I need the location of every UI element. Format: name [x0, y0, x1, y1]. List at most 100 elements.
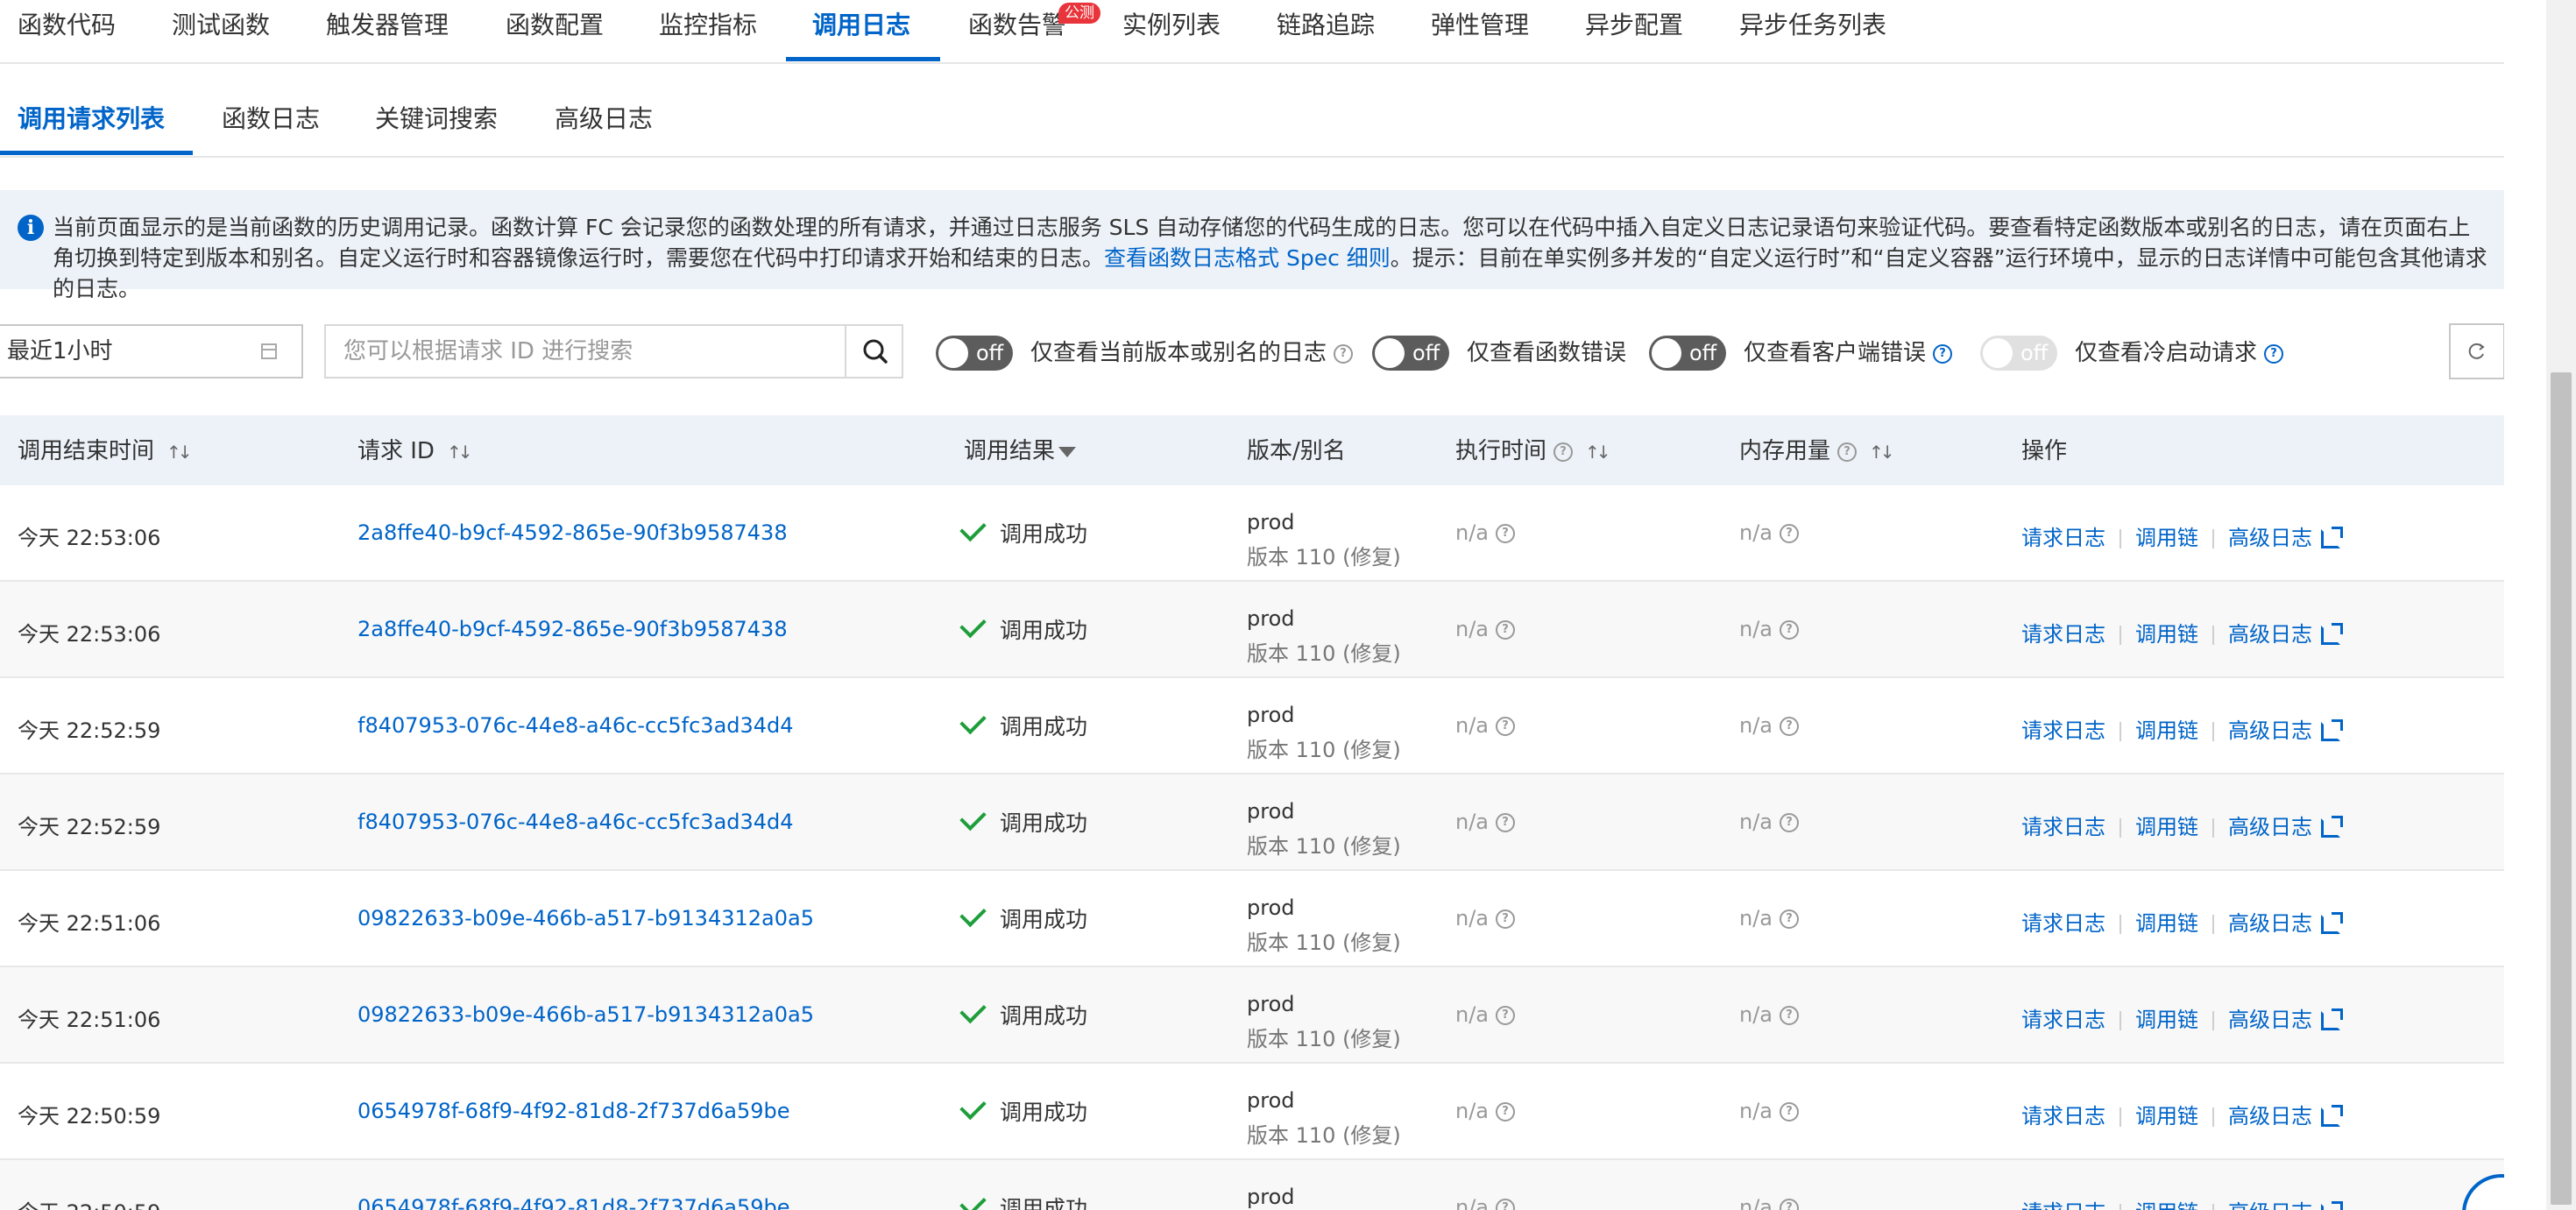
cell-request-id-link[interactable]: 09822633-b09e-466b-a517-b9134312a0a5	[357, 1002, 814, 1027]
trace-link[interactable]: 调用链	[2135, 911, 2198, 936]
advanced-log-link[interactable]: 高级日志	[2228, 622, 2312, 647]
tab-function-config[interactable]: 函数配置	[506, 0, 604, 53]
trace-link[interactable]: 调用链	[2135, 1104, 2198, 1129]
external-link-icon[interactable]	[2321, 1105, 2343, 1127]
trace-link[interactable]: 调用链	[2135, 622, 2198, 647]
external-link-icon[interactable]	[2321, 912, 2343, 934]
tab-test-function[interactable]: 测试函数	[172, 0, 270, 53]
help-icon[interactable]: ?	[1496, 813, 1516, 832]
external-link-icon[interactable]	[2321, 1201, 2343, 1210]
help-icon[interactable]: ?	[1780, 909, 1800, 929]
tab-instance-list[interactable]: 实例列表	[1122, 0, 1221, 53]
scrollbar-thumb[interactable]	[2551, 372, 2572, 1205]
help-icon[interactable]: ?	[1780, 1102, 1800, 1122]
help-icon[interactable]: ?	[1933, 343, 1953, 364]
cell-request-id-link[interactable]: f8407953-076c-44e8-a46c-cc5fc3ad34d4	[357, 713, 794, 738]
header-request-id[interactable]: 请求 ID ↑↓	[357, 415, 472, 488]
toggle-version-alias-only[interactable]: off	[936, 336, 1013, 371]
cell-request-id-link[interactable]: 2a8ffe40-b9cf-4592-865e-90f3b9587438	[357, 617, 788, 641]
tab-monitoring-metrics[interactable]: 监控指标	[659, 0, 757, 53]
request-id-search-input[interactable]	[324, 324, 846, 379]
refresh-button[interactable]	[2449, 323, 2504, 379]
trace-link[interactable]: 调用链	[2135, 1200, 2198, 1210]
help-icon[interactable]: ?	[1553, 442, 1574, 462]
trace-link[interactable]: 调用链	[2135, 1008, 2198, 1032]
tab-elastic-management[interactable]: 弹性管理	[1431, 0, 1529, 53]
subtab-keyword-search[interactable]: 关键词搜索	[375, 91, 498, 151]
filter-icon[interactable]	[1058, 446, 1077, 457]
request-log-link[interactable]: 请求日志	[2021, 718, 2105, 743]
header-result[interactable]: 调用结果	[964, 415, 1077, 487]
request-log-link[interactable]: 请求日志	[2021, 1104, 2105, 1129]
search-button[interactable]	[845, 324, 903, 379]
external-link-icon[interactable]	[2321, 623, 2343, 645]
help-icon[interactable]: ?	[1496, 717, 1516, 736]
help-icon[interactable]: ?	[1780, 717, 1800, 736]
header-exec-time[interactable]: 执行时间? ↑↓	[1455, 415, 1610, 488]
advanced-log-link[interactable]: 高级日志	[2228, 911, 2312, 936]
subtab-request-list[interactable]: 调用请求列表	[18, 91, 165, 151]
tab-tracing[interactable]: 链路追踪	[1277, 0, 1375, 53]
help-icon[interactable]: ?	[1496, 909, 1516, 929]
help-icon[interactable]: ?	[2264, 343, 2284, 364]
toggle-function-errors-only[interactable]: off	[1372, 336, 1449, 371]
cell-request-id-link[interactable]: 0654978f-68f9-4f92-81d8-2f737d6a59be	[357, 1195, 790, 1210]
cell-request-id-link[interactable]: 0654978f-68f9-4f92-81d8-2f737d6a59be	[357, 1099, 790, 1123]
help-icon[interactable]: ?	[1780, 1199, 1800, 1210]
advanced-log-link[interactable]: 高级日志	[2228, 718, 2312, 743]
request-log-link[interactable]: 请求日志	[2021, 1200, 2105, 1210]
help-icon[interactable]: ?	[1496, 1199, 1516, 1210]
sort-icon[interactable]: ↑↓	[166, 416, 192, 488]
cell-request-id-link[interactable]: f8407953-076c-44e8-a46c-cc5fc3ad34d4	[357, 810, 794, 834]
toggle-knob	[1375, 338, 1405, 368]
help-icon[interactable]: ?	[1496, 620, 1516, 640]
subtab-advanced-logs[interactable]: 高级日志	[555, 91, 653, 151]
sort-icon[interactable]: ↑↓	[1869, 416, 1894, 488]
help-icon[interactable]: ?	[1780, 524, 1800, 543]
advanced-log-link[interactable]: 高级日志	[2228, 815, 2312, 839]
advanced-log-link[interactable]: 高级日志	[2228, 526, 2312, 550]
help-icon[interactable]: ?	[1334, 343, 1354, 364]
sort-icon[interactable]: ↑↓	[1585, 416, 1610, 488]
request-log-link[interactable]: 请求日志	[2021, 622, 2105, 647]
cell-request-id-link[interactable]: 2a8ffe40-b9cf-4592-865e-90f3b9587438	[357, 520, 788, 545]
log-format-spec-link[interactable]: 查看函数日志格式 Spec 细则	[1104, 245, 1391, 271]
external-link-icon[interactable]	[2321, 527, 2343, 548]
header-end-time[interactable]: 调用结束时间 ↑↓	[18, 415, 192, 488]
request-log-link[interactable]: 请求日志	[2021, 526, 2105, 550]
tab-invocation-logs[interactable]: 调用日志	[812, 0, 910, 53]
advanced-log-link[interactable]: 高级日志	[2228, 1008, 2312, 1032]
tab-async-task-list[interactable]: 异步任务列表	[1739, 0, 1886, 53]
tab-function-code[interactable]: 函数代码	[18, 0, 116, 53]
toggle-client-errors-only[interactable]: off	[1649, 336, 1726, 371]
trace-link[interactable]: 调用链	[2135, 815, 2198, 839]
trace-link[interactable]: 调用链	[2135, 526, 2198, 550]
tab-function-alerts[interactable]: 函数告警	[968, 0, 1066, 53]
trace-link[interactable]: 调用链	[2135, 718, 2198, 743]
alias-text: prod	[1247, 703, 1295, 727]
advanced-log-link[interactable]: 高级日志	[2228, 1200, 2312, 1210]
subtab-function-logs[interactable]: 函数日志	[222, 91, 320, 151]
help-icon[interactable]: ?	[1780, 813, 1800, 832]
help-icon[interactable]: ?	[1780, 1006, 1800, 1025]
help-icon[interactable]: ?	[1837, 442, 1858, 462]
help-icon[interactable]: ?	[1496, 1102, 1516, 1122]
header-memory[interactable]: 内存用量? ↑↓	[1739, 415, 1894, 488]
cell-version-alias: prod 版本 110 (修复)	[1247, 794, 1401, 864]
request-log-link[interactable]: 请求日志	[2021, 911, 2105, 936]
external-link-icon[interactable]	[2321, 719, 2343, 741]
advanced-log-link[interactable]: 高级日志	[2228, 1104, 2312, 1129]
sort-icon[interactable]: ↑↓	[447, 416, 472, 488]
tab-async-config[interactable]: 异步配置	[1585, 0, 1683, 53]
request-log-link[interactable]: 请求日志	[2021, 815, 2105, 839]
help-icon[interactable]: ?	[1496, 1006, 1516, 1025]
help-icon[interactable]: ?	[1780, 620, 1800, 640]
cell-request-id-link[interactable]: 09822633-b09e-466b-a517-b9134312a0a5	[357, 906, 814, 930]
time-range-select[interactable]: 最近1小时	[0, 324, 303, 379]
help-icon[interactable]: ?	[1496, 524, 1516, 543]
tab-trigger-management[interactable]: 触发器管理	[326, 0, 449, 53]
external-link-icon[interactable]	[2321, 816, 2343, 838]
external-link-icon[interactable]	[2321, 1008, 2343, 1030]
check-icon	[959, 996, 987, 1024]
request-log-link[interactable]: 请求日志	[2021, 1008, 2105, 1032]
